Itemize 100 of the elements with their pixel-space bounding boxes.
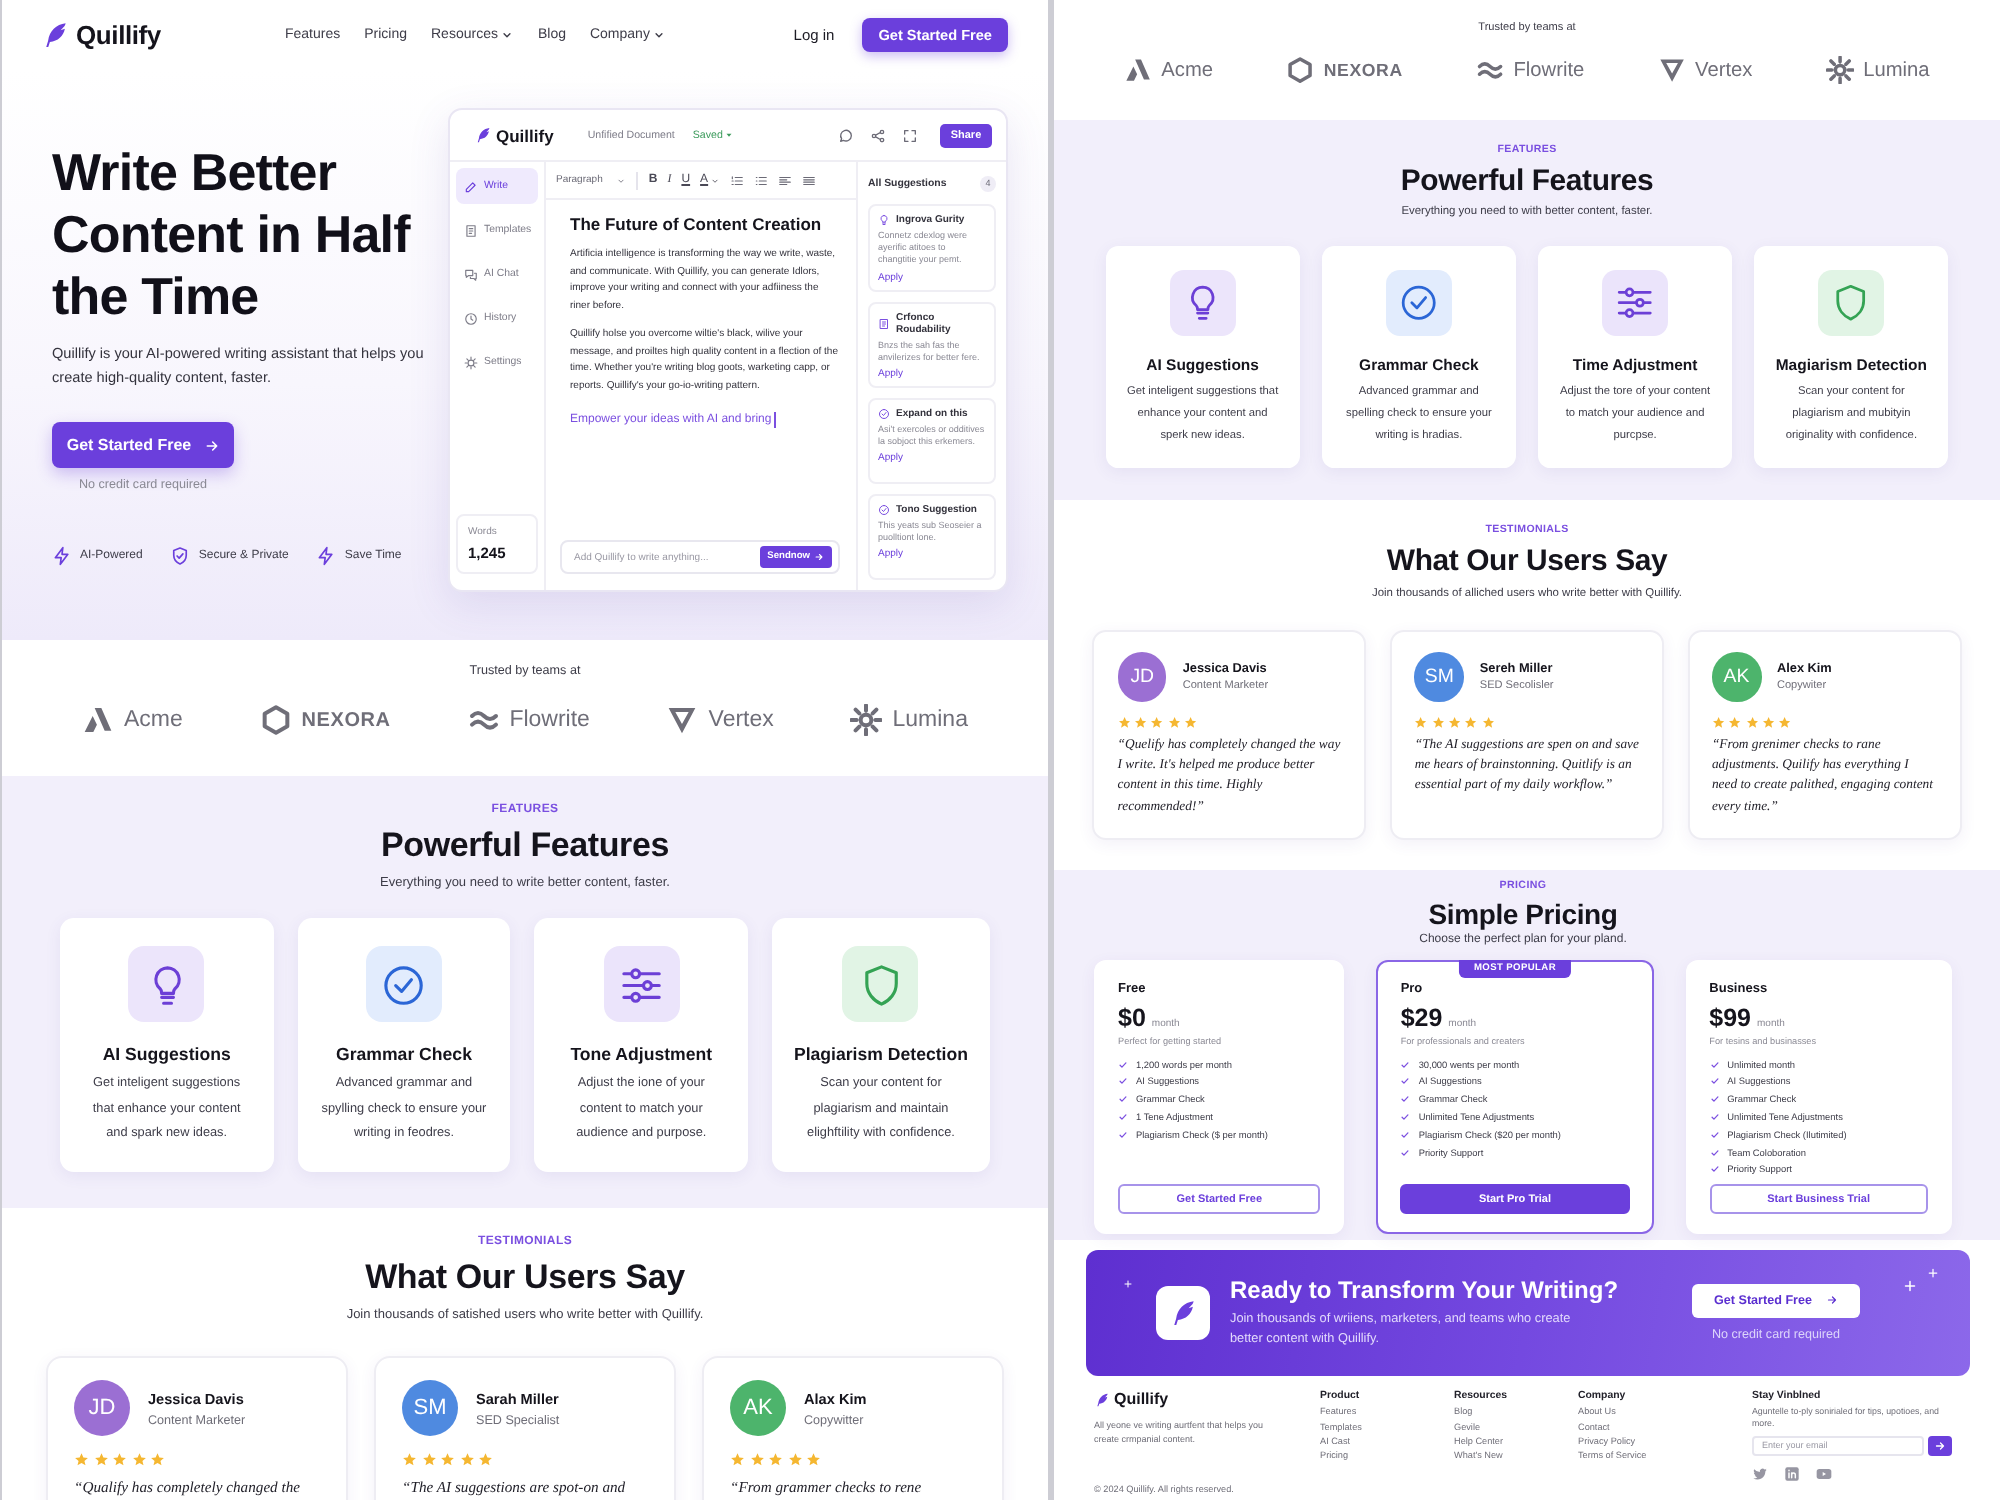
sliders-icon xyxy=(603,946,680,1023)
brand-name[interactable]: Quillify xyxy=(76,20,161,50)
hero-heading: Write Better Content in Half the Time xyxy=(52,142,413,328)
star-icon xyxy=(1414,715,1428,729)
pencil-icon xyxy=(464,179,478,193)
company-logo-name: Vertex xyxy=(708,708,774,732)
sunburst-logo-icon xyxy=(1826,55,1855,85)
comment-icon[interactable] xyxy=(838,127,854,143)
quill-logo-icon xyxy=(474,124,492,146)
star-icon xyxy=(74,1452,89,1468)
star-icon xyxy=(93,1452,108,1468)
star-icon xyxy=(421,1452,436,1468)
quill-logo-icon[interactable] xyxy=(40,18,70,52)
clock-icon xyxy=(464,311,478,325)
cta-heading: Ready to Transform Your Writing? xyxy=(1230,1276,1619,1305)
in-square-icon[interactable] xyxy=(1784,1465,1800,1482)
caret-icon xyxy=(499,28,514,42)
star-icon xyxy=(1481,715,1495,729)
subscribe-button[interactable] xyxy=(1928,1435,1952,1456)
star-icon xyxy=(806,1452,821,1468)
section-heading: Powerful Features xyxy=(381,826,669,868)
star-icon xyxy=(150,1452,165,1468)
company-logo-name: Flowrite xyxy=(509,708,590,732)
price-amount: $0 xyxy=(1118,1004,1146,1033)
lightbulb-icon xyxy=(878,214,890,226)
brand-name[interactable]: Quillify xyxy=(1114,1390,1169,1409)
avatar: JD xyxy=(74,1380,130,1437)
hexagon-logo-icon xyxy=(1286,55,1316,85)
star-icon xyxy=(478,1452,493,1468)
star-icon xyxy=(131,1452,146,1468)
star-icon xyxy=(112,1452,127,1468)
arrow-right-icon xyxy=(1934,1439,1946,1452)
company-logo-name: Flowrite xyxy=(1513,59,1585,82)
arrow-right-icon xyxy=(203,437,220,453)
star-icon xyxy=(730,1452,745,1468)
caret-icon xyxy=(651,28,666,42)
sparkle-icon xyxy=(1904,1279,1916,1292)
chat-bubbles-icon xyxy=(464,267,478,281)
shield-check-icon xyxy=(170,546,191,566)
get-started-button[interactable]: Get Started Free xyxy=(52,422,234,468)
document-title: The Future of Content Creation xyxy=(570,214,824,234)
feature-title: Tone Adjustment xyxy=(570,1044,713,1065)
lightning-bolt-icon xyxy=(52,546,72,566)
sparkle-icon xyxy=(1124,1279,1132,1288)
bird-icon[interactable] xyxy=(1752,1465,1768,1482)
avatar: AK xyxy=(730,1380,786,1437)
star-icon xyxy=(787,1452,802,1468)
star-icon xyxy=(440,1452,455,1468)
sliders-icon xyxy=(1601,269,1669,337)
price-amount: $99 xyxy=(1709,1004,1752,1033)
star-icon xyxy=(459,1452,474,1468)
company-logo-name: Acme xyxy=(1161,59,1213,82)
company-logo-name: NEXORA xyxy=(301,709,391,731)
align-justify-icon[interactable] xyxy=(802,173,817,187)
play-button-icon[interactable] xyxy=(1816,1465,1832,1482)
avatar: SM xyxy=(1414,652,1464,702)
hexagon-logo-icon xyxy=(259,704,292,736)
company-logo-name: Vertex xyxy=(1695,59,1753,82)
caret-icon xyxy=(710,175,721,185)
star-icon xyxy=(768,1452,783,1468)
align-left-icon[interactable] xyxy=(778,173,793,187)
star-icon xyxy=(749,1452,764,1468)
feature-title: Plagiarism Detection xyxy=(793,1044,968,1065)
text-cursor xyxy=(773,412,776,428)
caret-icon xyxy=(724,130,735,140)
company-logo-name: Lumina xyxy=(1863,59,1930,82)
triangle-logo-icon xyxy=(82,704,114,736)
section-heading: Simple Pricing xyxy=(1428,898,1618,933)
star-icon xyxy=(1184,715,1198,729)
lightbulb-icon xyxy=(1169,269,1237,337)
company-logo-name: Lumina xyxy=(892,708,968,732)
quill-app-icon xyxy=(1156,1285,1210,1340)
star-icon xyxy=(402,1452,417,1468)
price-amount: $29 xyxy=(1400,1004,1443,1033)
sunburst-logo-icon xyxy=(850,704,883,736)
section-heading: Powerful Features xyxy=(1400,163,1654,200)
avatar: SM xyxy=(402,1380,458,1437)
shield-icon xyxy=(1817,269,1885,337)
feature-title: AI Suggestions xyxy=(102,1044,231,1065)
v-shape-logo-icon xyxy=(1658,55,1687,85)
numbered-list-icon[interactable] xyxy=(730,173,745,187)
avatar: AK xyxy=(1711,652,1762,702)
brand-name: Quillify xyxy=(496,125,554,145)
sparkle-icon xyxy=(1928,1267,1938,1278)
arrow-right-icon xyxy=(1826,1294,1838,1307)
lightbulb-icon xyxy=(128,946,205,1023)
avatar: JD xyxy=(1117,652,1167,702)
caret-icon xyxy=(616,175,627,185)
expand-icon[interactable] xyxy=(902,127,918,143)
bullet-list-icon[interactable] xyxy=(754,173,769,187)
quill-logo-icon[interactable] xyxy=(1094,1389,1110,1410)
section-heading: What Our Users Say xyxy=(365,1258,685,1300)
shield-icon xyxy=(842,946,919,1023)
feature-title: Grammar Check xyxy=(336,1044,472,1065)
settings-icon xyxy=(464,355,478,369)
star-icon xyxy=(1431,715,1445,729)
share-icon[interactable] xyxy=(870,127,886,143)
company-logo-name: NEXORA xyxy=(1323,60,1403,81)
v-shape-logo-icon xyxy=(666,704,699,736)
arrow-right-icon xyxy=(814,552,824,562)
